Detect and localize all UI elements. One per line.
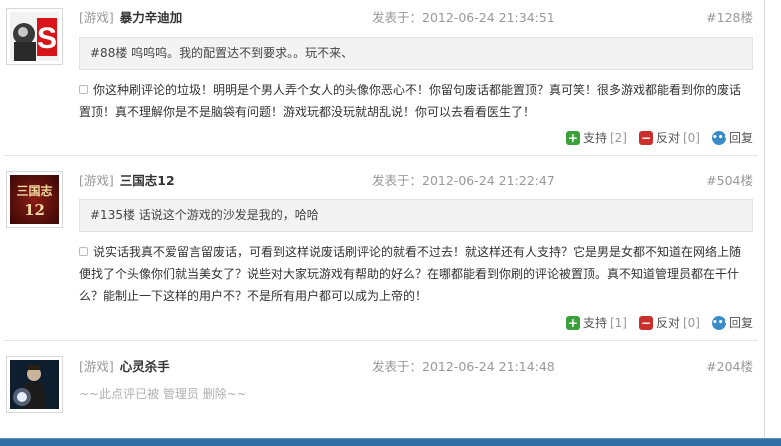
username[interactable]: 三国志12 xyxy=(120,173,175,188)
posted-time: 发表于：2012-06-24 21:34:51 xyxy=(372,10,555,25)
support-count: [2] xyxy=(609,131,627,145)
comment-body: 你这种刷评论的垃圾！明明是个男人弄个女人的头像你恶心不！你留句废话都能置顶？真可… xyxy=(79,83,742,119)
oppose-count: [0] xyxy=(682,131,700,145)
reply-button[interactable]: ••• 回复 xyxy=(711,129,753,147)
posted-time: 发表于：2012-06-24 21:22:47 xyxy=(372,173,555,188)
comment-item: 三国志 12 [游戏] 三国志12 发表于：2012-06-24 21:22:4… xyxy=(0,156,764,341)
oppose-count: [0] xyxy=(682,316,700,330)
avatar-image: S xyxy=(10,12,59,61)
comment-body: 说实话我真不爱留言留废话，可看到这样说废话刷评论的就看不过去！就这样还有人支持？… xyxy=(79,245,742,303)
deleted-notice: ~~此点评已被 管理员 删除~~ xyxy=(79,387,247,401)
speech-bubble-icon: ••• xyxy=(711,131,730,145)
avatar-image xyxy=(10,360,59,409)
avatar[interactable]: S xyxy=(6,8,63,65)
plus-icon: + xyxy=(565,131,580,145)
username[interactable]: 心灵杀手 xyxy=(120,359,170,374)
support-count: [1] xyxy=(609,316,627,330)
oppose-button[interactable]: − 反对 [0] xyxy=(638,314,700,332)
svg-text:12: 12 xyxy=(24,201,45,219)
comment-item: S [游戏] 暴力辛迪加 发表于：2012-06-24 21:34:51 #12… xyxy=(0,0,764,156)
game-tag[interactable]: [游戏] xyxy=(79,359,114,374)
avatar-image: 三国志 12 xyxy=(10,175,59,224)
floor-number: #128楼 xyxy=(706,10,753,25)
comment-item: [游戏] 心灵杀手 发表于：2012-06-24 21:14:48 #204楼 … xyxy=(0,341,764,438)
comment-meta: [游戏] 暴力辛迪加 发表于：2012-06-24 21:34:51 #128楼 xyxy=(79,9,753,27)
username[interactable]: 暴力辛迪加 xyxy=(120,10,183,25)
quoted-comment: #88楼 呜呜呜。我的配置达不到要求。。玩不来、 xyxy=(79,37,753,70)
avatar[interactable]: 三国志 12 xyxy=(6,171,63,228)
scroll-area-border xyxy=(764,0,765,438)
checkbox-icon xyxy=(79,85,88,94)
minus-icon: − xyxy=(638,131,653,145)
floor-number: #504楼 xyxy=(706,173,753,188)
svg-text:三国志: 三国志 xyxy=(16,183,52,198)
quoted-comment: #135楼 话说这个游戏的沙发是我的，哈哈 xyxy=(79,199,753,232)
speech-bubble-icon: ••• xyxy=(711,316,730,330)
posted-time: 发表于：2012-06-24 21:14:48 xyxy=(372,359,555,374)
bottom-taskbar xyxy=(0,438,781,446)
game-tag[interactable]: [游戏] xyxy=(79,173,114,188)
svg-text:S: S xyxy=(37,22,57,55)
checkbox-icon xyxy=(79,247,88,256)
comment-meta: [游戏] 心灵杀手 发表于：2012-06-24 21:14:48 #204楼 xyxy=(79,358,753,376)
oppose-button[interactable]: − 反对 [0] xyxy=(638,129,700,147)
comment-meta: [游戏] 三国志12 发表于：2012-06-24 21:22:47 #504楼 xyxy=(79,172,753,190)
comment-actions: + 支持 [1] − 反对 [0] ••• 回复 xyxy=(565,314,753,332)
minus-icon: − xyxy=(638,316,653,330)
support-button[interactable]: + 支持 [2] xyxy=(565,129,627,147)
support-button[interactable]: + 支持 [1] xyxy=(565,314,627,332)
game-tag[interactable]: [游戏] xyxy=(79,10,114,25)
plus-icon: + xyxy=(565,316,580,330)
avatar[interactable] xyxy=(6,356,63,413)
comment-actions: + 支持 [2] − 反对 [0] ••• 回复 xyxy=(565,129,753,147)
reply-button[interactable]: ••• 回复 xyxy=(711,314,753,332)
floor-number: #204楼 xyxy=(706,359,753,374)
